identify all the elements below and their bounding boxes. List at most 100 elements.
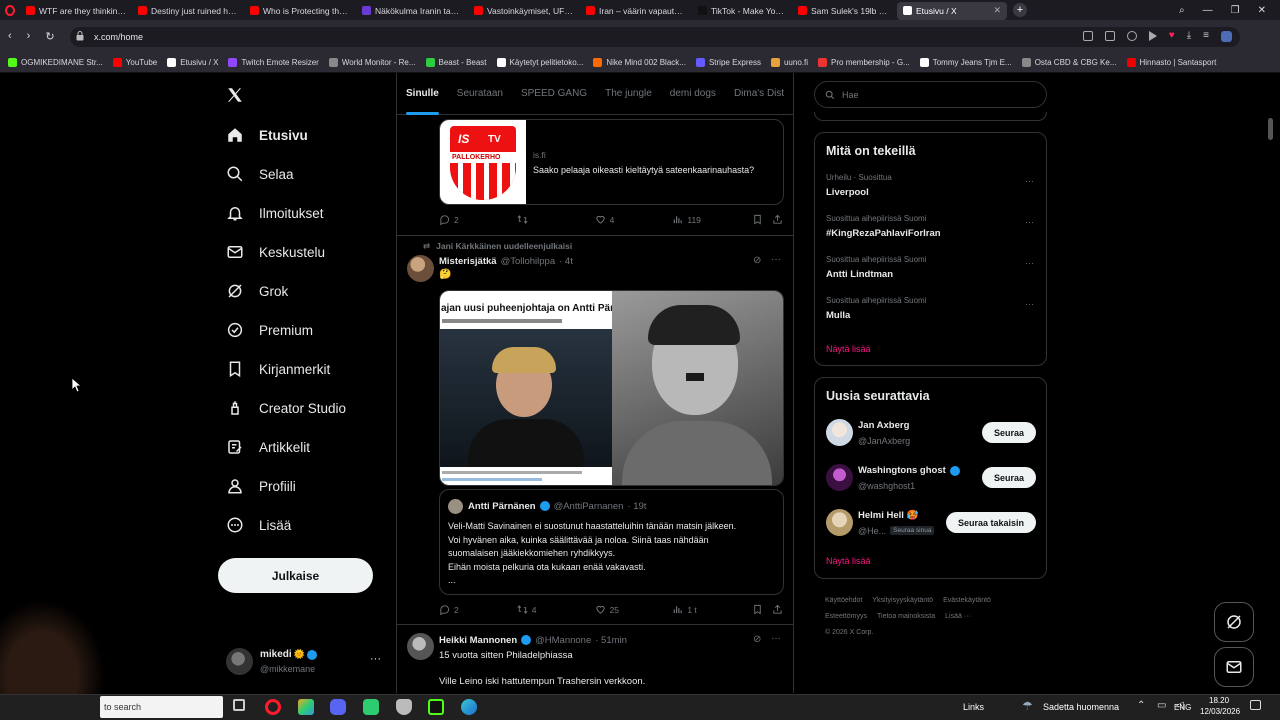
extension-icon[interactable] bbox=[1082, 31, 1093, 41]
taskbar-links[interactable]: Links bbox=[963, 702, 984, 712]
account-more-icon[interactable]: ··· bbox=[370, 653, 381, 665]
trend-item[interactable]: Urheilu · Suosittua Liverpool ··· bbox=[815, 173, 1046, 213]
shield-taskbar-icon[interactable] bbox=[396, 699, 412, 715]
follow-suggestion[interactable]: Jan Axberg @JanAxberg Seuraa bbox=[815, 417, 1046, 457]
heart-icon[interactable]: ♥ bbox=[1169, 31, 1175, 42]
bookmark-item[interactable]: Hinnasto | Santasport bbox=[1126, 58, 1216, 67]
bookmark-item[interactable]: Etusivu / X bbox=[167, 58, 218, 67]
browser-tab[interactable]: Iran – väärin vapautettu? bbox=[580, 2, 692, 20]
browser-tab[interactable]: Sam Sulek's 19lb Post Sho bbox=[792, 2, 897, 20]
follow-button[interactable]: Seuraa takaisin bbox=[945, 512, 1036, 533]
grok-icon[interactable]: ⊘ bbox=[753, 255, 761, 266]
timeline-tab[interactable]: The jungle bbox=[596, 73, 661, 115]
clock-time[interactable]: 18.20 bbox=[1209, 696, 1229, 705]
trends-show-more[interactable]: Näytä lisää bbox=[826, 344, 871, 354]
timeline-tab[interactable]: Dima's Dist bbox=[725, 73, 793, 115]
bookmark-button[interactable] bbox=[752, 214, 772, 225]
discord-taskbar-icon[interactable] bbox=[330, 699, 346, 715]
nav-item-home[interactable]: Etusivu bbox=[226, 126, 308, 144]
repost-button[interactable]: 4 bbox=[517, 604, 595, 615]
bookmark-item[interactable]: World Monitor - Re... bbox=[328, 58, 416, 67]
grok-floating-button[interactable] bbox=[1214, 602, 1254, 642]
post-time[interactable]: · 51min bbox=[595, 635, 627, 646]
nav-item-profile[interactable]: Profiili bbox=[226, 477, 296, 495]
messages-floating-button[interactable] bbox=[1214, 647, 1254, 687]
link-card[interactable]: IS TV PALLOKERHO is.fi Saako pelaaja oik… bbox=[439, 119, 784, 205]
author-name[interactable]: Misterisjätkä bbox=[439, 256, 497, 267]
share-button[interactable] bbox=[772, 604, 784, 615]
reply-button[interactable]: 2 bbox=[439, 604, 517, 615]
clock-date[interactable]: 12/03/2026 bbox=[1200, 707, 1240, 716]
camera-icon[interactable] bbox=[1104, 31, 1115, 41]
bookmark-item[interactable]: YouTube bbox=[112, 58, 157, 67]
author-handle[interactable]: @HMannone bbox=[535, 635, 591, 646]
trend-item[interactable]: Suosittua aihepiirissä Suomi Mulla ··· bbox=[815, 296, 1046, 336]
follow-button[interactable]: Seuraa bbox=[981, 422, 1036, 443]
footer-link[interactable]: Tietoa mainoksista bbox=[877, 609, 935, 625]
menu-icon[interactable]: ≡ bbox=[1203, 31, 1209, 42]
address-bar[interactable]: x.com/home ♥ ⤓ ≡ bbox=[70, 27, 1240, 47]
task-view-icon[interactable] bbox=[233, 699, 245, 711]
bookmark-item[interactable]: Tommy Jeans Tjm E... bbox=[919, 58, 1012, 67]
timeline-tab[interactable]: Sinulle bbox=[397, 73, 448, 115]
browser-tab[interactable]: WTF are they thinking? - Y bbox=[20, 2, 132, 20]
reload-icon[interactable]: ↻ bbox=[45, 30, 54, 43]
bookmark-item[interactable]: Stripe Express bbox=[695, 58, 761, 67]
close-tab-icon[interactable]: ✕ bbox=[993, 5, 1001, 16]
nav-item-mail[interactable]: Keskustelu bbox=[226, 243, 325, 261]
footer-link[interactable]: Lisää ··· bbox=[945, 609, 971, 625]
author-handle[interactable]: @Tollohilppa bbox=[501, 256, 556, 267]
trend-more-icon[interactable]: ··· bbox=[1025, 176, 1034, 186]
x-logo-icon[interactable] bbox=[226, 86, 244, 104]
follow-suggestion[interactable]: Helmi Hell 🥵 @He... Seuraa sinua Seuraa tak… bbox=[815, 507, 1046, 547]
browser-tab[interactable]: Etusivu / X ✕ bbox=[897, 1, 1007, 20]
author-name[interactable]: Heikki Mannonen bbox=[439, 635, 517, 646]
bookmark-item[interactable]: Käytetyt pelitietoko... bbox=[496, 58, 583, 67]
follow-suggestion[interactable]: Washingtons ghost @washghost1 Seuraa bbox=[815, 462, 1046, 502]
footer-link[interactable]: Esteettömyys bbox=[825, 609, 867, 625]
network-icon[interactable]: ▭ bbox=[1157, 700, 1166, 711]
trend-more-icon[interactable]: ··· bbox=[1025, 258, 1034, 268]
language-indicator[interactable]: ENG bbox=[1174, 703, 1191, 712]
close-window-icon[interactable]: ✕ bbox=[1258, 5, 1266, 16]
post-media[interactable]: ajan uusi puheenjohtaja on Antti Pär bbox=[439, 290, 784, 486]
tab-search-icon[interactable]: ⌕ bbox=[1179, 5, 1185, 16]
bookmark-item[interactable]: Nike Mind 002 Black... bbox=[593, 58, 686, 67]
like-button[interactable]: 25 bbox=[595, 604, 673, 615]
timeline-tab[interactable]: demi dogs bbox=[661, 73, 725, 115]
views-button[interactable]: 119 bbox=[672, 214, 752, 225]
follow-button[interactable]: Seuraa bbox=[981, 467, 1036, 488]
who-to-follow-show-more[interactable]: Näytä lisää bbox=[826, 556, 871, 566]
page-scrollbar[interactable] bbox=[1268, 118, 1273, 140]
opera-taskbar-icon[interactable] bbox=[265, 699, 281, 715]
post-button[interactable]: Julkaise bbox=[218, 558, 373, 593]
trend-more-icon[interactable]: ··· bbox=[1025, 299, 1034, 309]
nav-item-bookmark[interactable]: Kirjanmerkit bbox=[226, 360, 330, 378]
tray-chevron-icon[interactable]: ⌃ bbox=[1137, 700, 1145, 711]
repost-button[interactable] bbox=[517, 214, 595, 225]
browser-tab[interactable]: Who is Protecting the Jeff bbox=[244, 2, 356, 20]
browser-tab[interactable]: Vastoinkäymiset, UFC-une bbox=[468, 2, 580, 20]
play-icon[interactable] bbox=[1148, 31, 1157, 41]
trend-more-icon[interactable]: ··· bbox=[1025, 217, 1034, 227]
footer-link[interactable]: Yksityisyyskäytäntö bbox=[872, 593, 933, 609]
kick-taskbar-icon[interactable] bbox=[428, 699, 444, 715]
weather-text[interactable]: Sadetta huomenna bbox=[1043, 702, 1119, 712]
browser-tab[interactable]: TikTok - Make Your Day bbox=[692, 2, 792, 20]
views-button[interactable]: 1 t bbox=[672, 604, 752, 615]
bookmark-item[interactable]: OGMIKEDIMANE Str... bbox=[8, 58, 103, 67]
like-button[interactable]: 4 bbox=[595, 214, 673, 225]
minimize-icon[interactable]: — bbox=[1203, 5, 1213, 16]
nav-item-creator[interactable]: Creator Studio bbox=[226, 399, 346, 417]
footer-link[interactable]: Käyttöehdot bbox=[825, 593, 862, 609]
bookmark-item[interactable]: Osta CBD & CBG Ke... bbox=[1021, 58, 1117, 67]
browser-tab[interactable]: Destiny just ruined his ca bbox=[132, 2, 244, 20]
timeline-tab[interactable]: Seurataan bbox=[448, 73, 512, 115]
app-taskbar-icon[interactable] bbox=[298, 699, 314, 715]
footer-link[interactable]: Evästekäytäntö bbox=[943, 593, 991, 609]
nav-item-grok[interactable]: Grok bbox=[226, 282, 288, 300]
bookmark-item[interactable]: Twitch Emote Resizer bbox=[228, 58, 319, 67]
share-button[interactable] bbox=[772, 214, 784, 225]
timeline-tab[interactable]: SPEED GANG bbox=[512, 73, 596, 115]
shield-icon[interactable] bbox=[1126, 31, 1137, 41]
